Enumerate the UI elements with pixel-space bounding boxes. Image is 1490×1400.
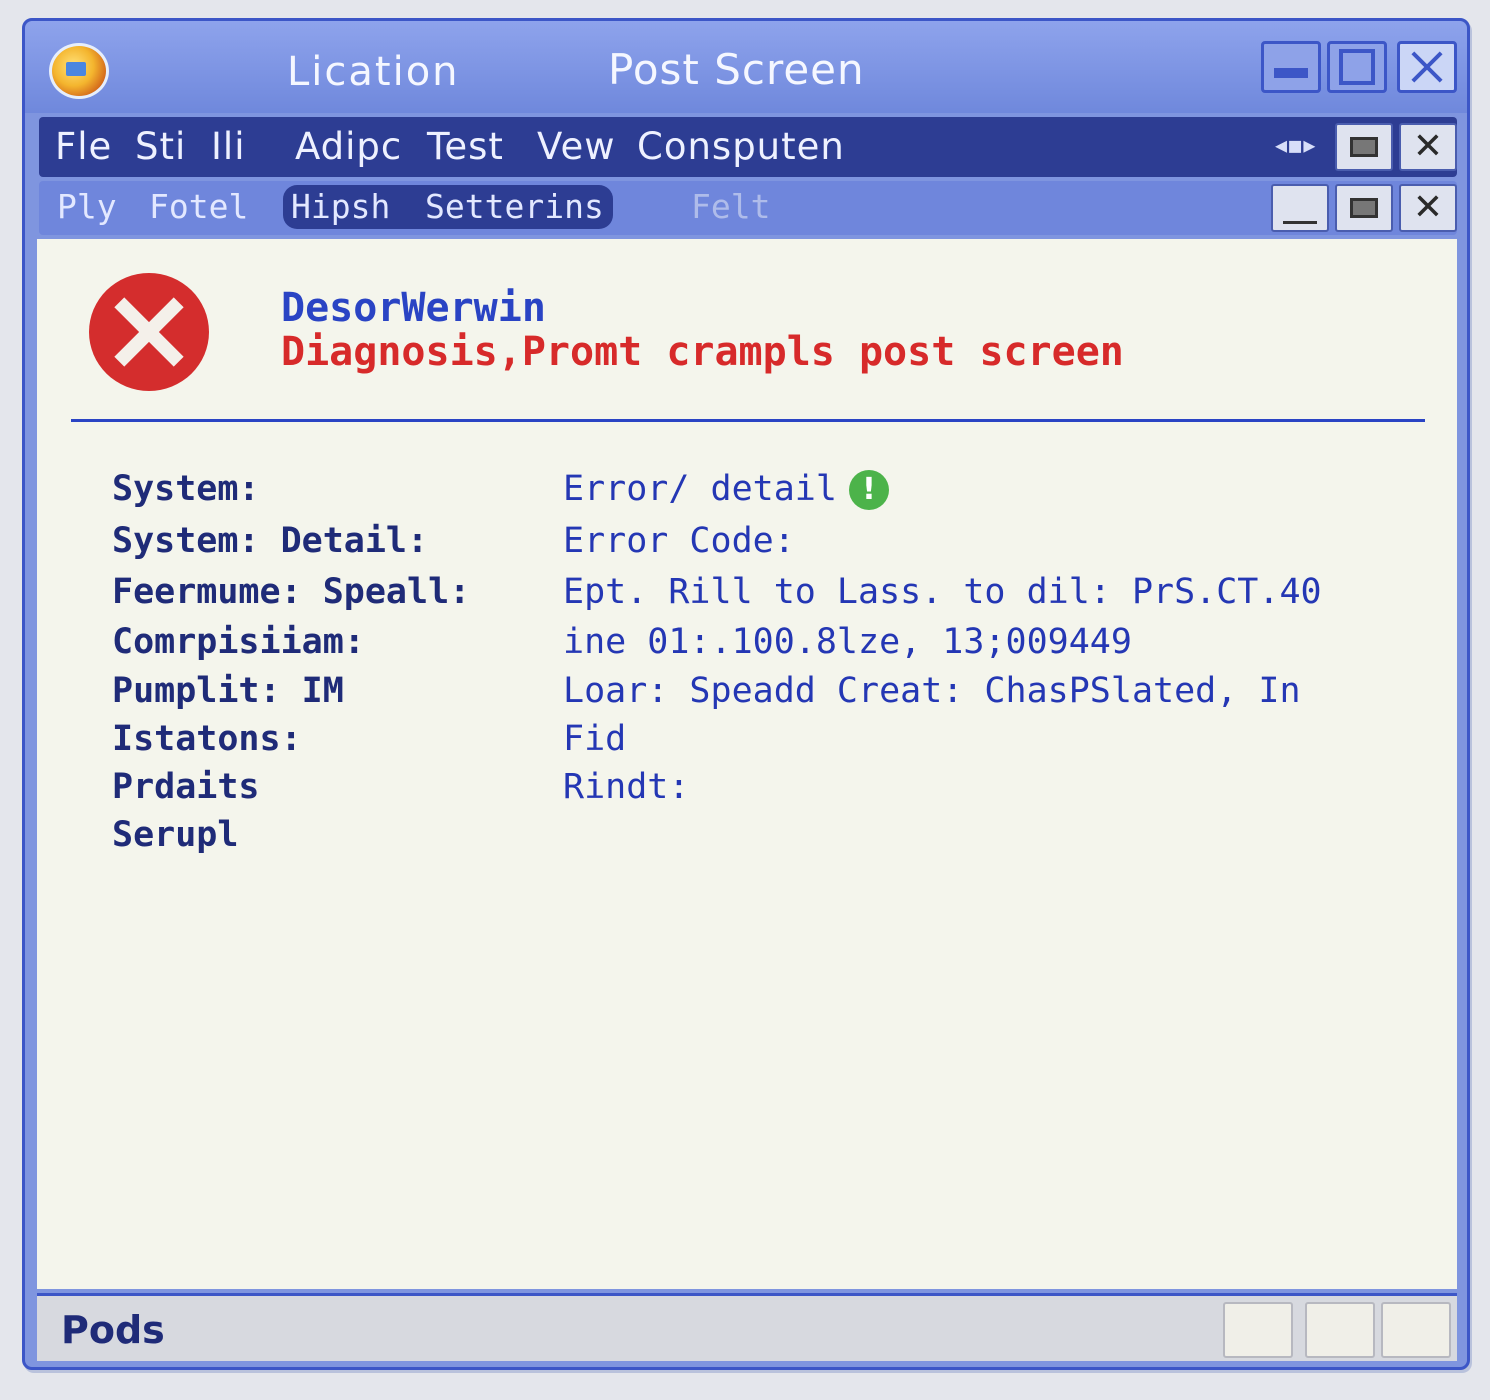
header-divider xyxy=(71,419,1425,422)
detail-label: Comrpisiiam: xyxy=(112,622,365,662)
title-bar[interactable]: Lication Post Screen xyxy=(25,21,1467,113)
window-restore-icon xyxy=(1350,198,1378,218)
detail-label: Serupl xyxy=(112,815,239,855)
detail-value: ine 01:.100.8lze, 13;009449 xyxy=(563,622,1132,662)
toolbar-item-ply[interactable]: Ply xyxy=(57,187,117,226)
close-icon: ✕ xyxy=(1412,126,1444,167)
close-button[interactable] xyxy=(1397,41,1457,93)
toolbar: Ply Fotel Hipsh Setterins Felt ✕ xyxy=(39,181,1457,235)
toolbar-item-felt[interactable]: Felt xyxy=(691,187,770,226)
window-restore-icon xyxy=(1350,137,1378,157)
status-text: Pods xyxy=(61,1308,165,1352)
menu-item-test[interactable]: Test xyxy=(427,125,504,168)
detail-label: System: xyxy=(112,469,260,509)
detail-label: Feermume: Speall: xyxy=(112,572,471,612)
detail-value: Error Code: xyxy=(563,521,795,561)
toolbar-item-setterins[interactable]: Setterins xyxy=(425,187,604,226)
dialog-subtitle: Diagnosis,Promt crampls post screen xyxy=(281,329,1124,375)
minimize-button[interactable] xyxy=(1261,41,1321,93)
detail-value: Rindt: xyxy=(563,767,690,807)
detail-row: Istatons: Fid xyxy=(37,719,1457,765)
error-window: Lication Post Screen Fle Sti Ili Adipc T… xyxy=(22,18,1470,1370)
detail-label: System: Detail: xyxy=(112,521,429,561)
close-icon: ✕ xyxy=(1412,187,1444,228)
detail-label: Pumplit: IM xyxy=(112,671,344,711)
dialog-title: DesorWerwin xyxy=(281,285,546,331)
chart-icon xyxy=(1283,210,1317,224)
detail-row: Serupl xyxy=(37,815,1457,861)
detail-value: Loar: Speadd Creat: ChasPSlated, In xyxy=(563,671,1301,711)
toolbar-graph-button[interactable] xyxy=(1271,184,1329,232)
menu-item-computer[interactable]: Consputen xyxy=(637,125,845,168)
menu-item-adipc[interactable]: Adipc xyxy=(295,125,402,168)
detail-label: Istatons: xyxy=(112,719,302,759)
dialog-content: DesorWerwin Diagnosis,Promt crampls post… xyxy=(37,239,1457,1289)
error-icon xyxy=(89,273,209,391)
nav-arrows-icon[interactable]: ◂▪▸ xyxy=(1275,131,1315,159)
detail-row: System: Error/ detail! xyxy=(37,469,1457,515)
window-title: Post Screen xyxy=(608,45,865,94)
toolbar-restore-button[interactable] xyxy=(1335,184,1393,232)
detail-row: Comrpisiiam: ine 01:.100.8lze, 13;009449 xyxy=(37,622,1457,668)
status-bar: Pods xyxy=(37,1293,1457,1361)
detail-row: System: Detail: Error Code: xyxy=(37,521,1457,567)
menu-item-ili[interactable]: Ili xyxy=(211,125,245,168)
menu-restore-button[interactable] xyxy=(1335,123,1393,171)
detail-label: Prdaits xyxy=(112,767,260,807)
menu-item-file[interactable]: Fle xyxy=(55,125,112,168)
maximize-button[interactable] xyxy=(1327,41,1387,93)
statusbar-button-2[interactable] xyxy=(1305,1302,1375,1358)
toolbar-close-button[interactable]: ✕ xyxy=(1399,184,1457,232)
statusbar-button-1[interactable] xyxy=(1223,1302,1293,1358)
detail-value: Error/ detail! xyxy=(563,469,889,510)
detail-value: Ept. Rill to Lass. to dil: PrS.CT.40 xyxy=(563,572,1322,612)
window-location-label: Lication xyxy=(287,49,460,95)
menu-item-view[interactable]: Vew xyxy=(537,125,615,168)
menu-bar: Fle Sti Ili Adipc Test Vew Consputen ◂▪▸… xyxy=(39,117,1457,177)
detail-row: Pumplit: IM Loar: Speadd Creat: ChasPSla… xyxy=(37,671,1457,717)
statusbar-button-3[interactable] xyxy=(1381,1302,1451,1358)
toolbar-item-hipsh[interactable]: Hipsh xyxy=(291,187,390,226)
detail-row: Feermume: Speall: Ept. Rill to Lass. to … xyxy=(37,572,1457,618)
menu-close-button[interactable]: ✕ xyxy=(1399,123,1457,171)
menu-item-sti[interactable]: Sti xyxy=(135,125,186,168)
detail-row: Prdaits Rindt: xyxy=(37,767,1457,813)
app-icon[interactable] xyxy=(49,43,109,99)
check-circle-icon: ! xyxy=(848,470,889,510)
detail-value: Fid xyxy=(563,719,627,759)
toolbar-item-fotel[interactable]: Fotel xyxy=(149,187,248,226)
